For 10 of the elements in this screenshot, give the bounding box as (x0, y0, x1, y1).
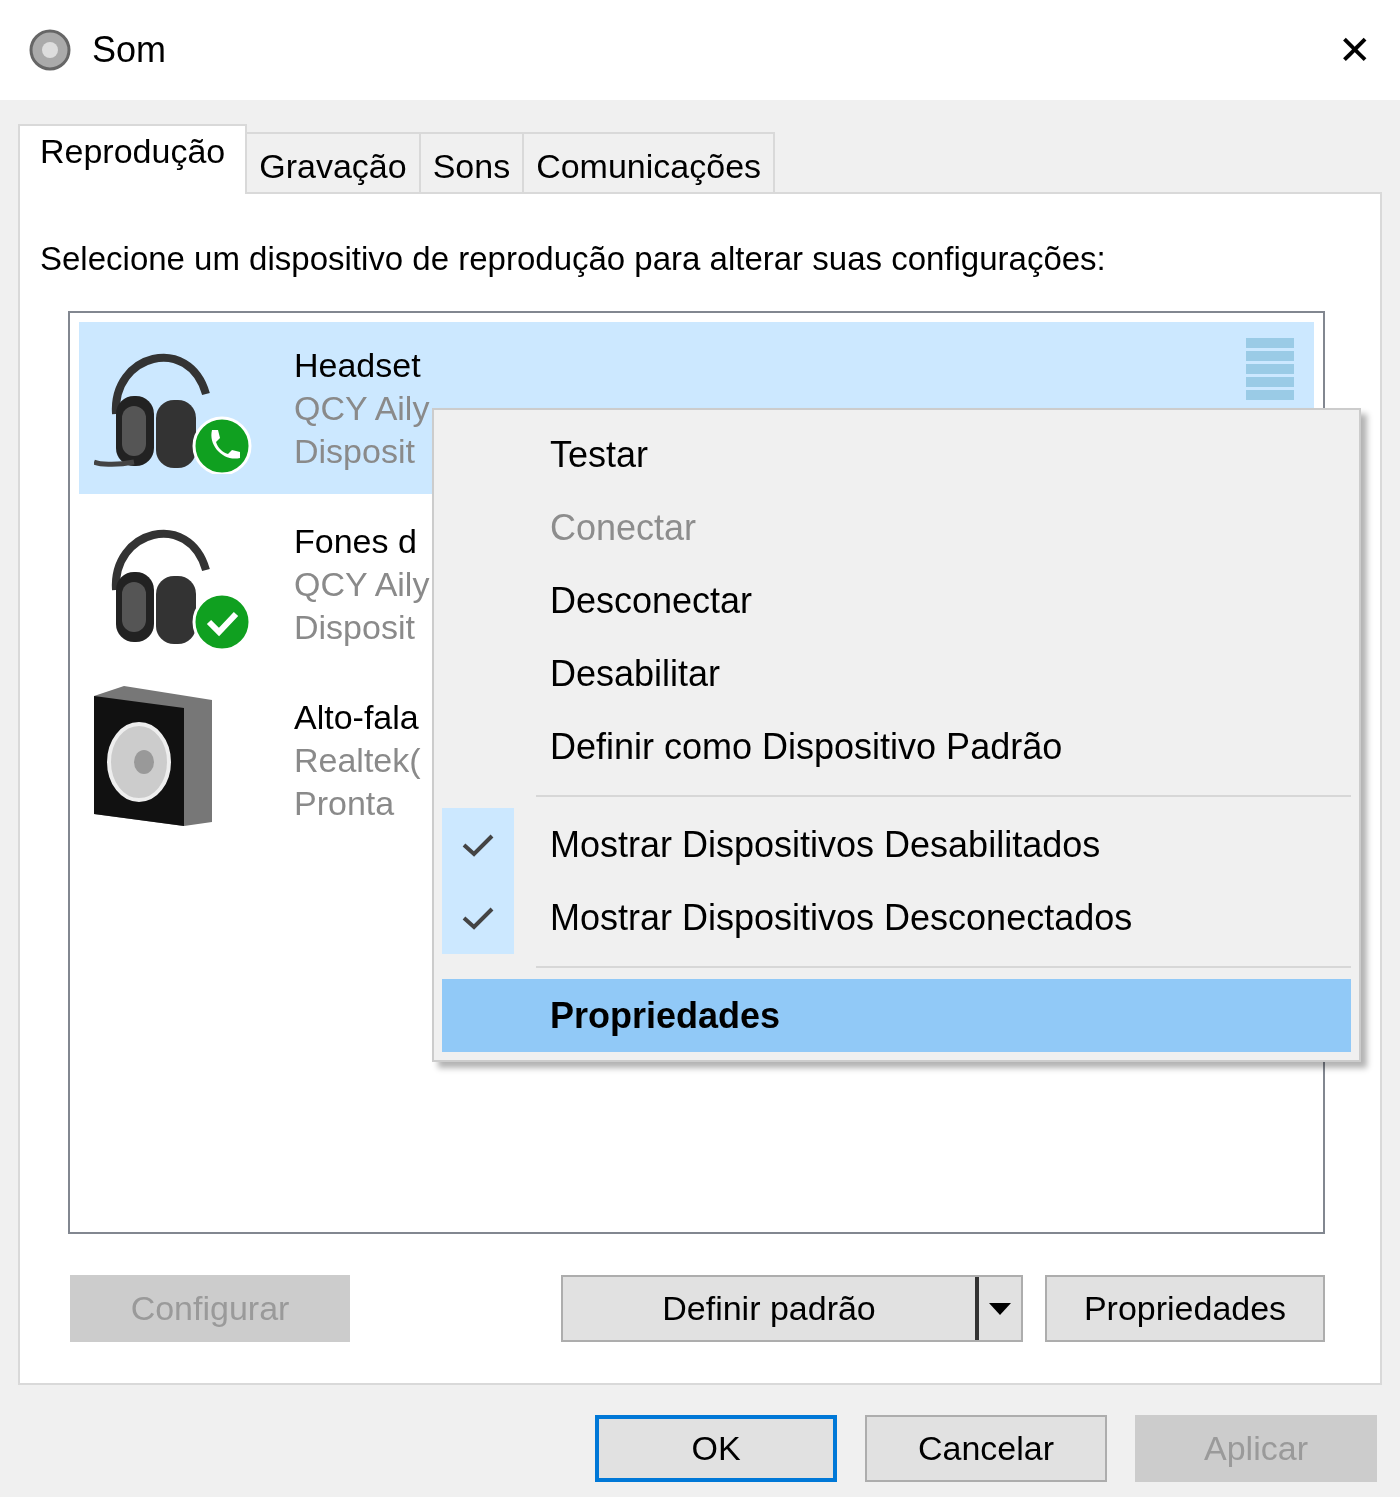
window-title: Som (92, 28, 167, 72)
device-status: Disposit (294, 607, 416, 648)
device-status: Disposit (294, 431, 416, 472)
device-name: Alto-fala (294, 697, 420, 738)
device-status: Pronta (294, 783, 396, 824)
device-description: QCY Aily (294, 564, 430, 605)
device-description: QCY Aily (294, 388, 430, 429)
device-description: Realtek( (294, 740, 421, 781)
device-name: Headset (294, 345, 422, 386)
device-name: Fones d (294, 521, 418, 562)
